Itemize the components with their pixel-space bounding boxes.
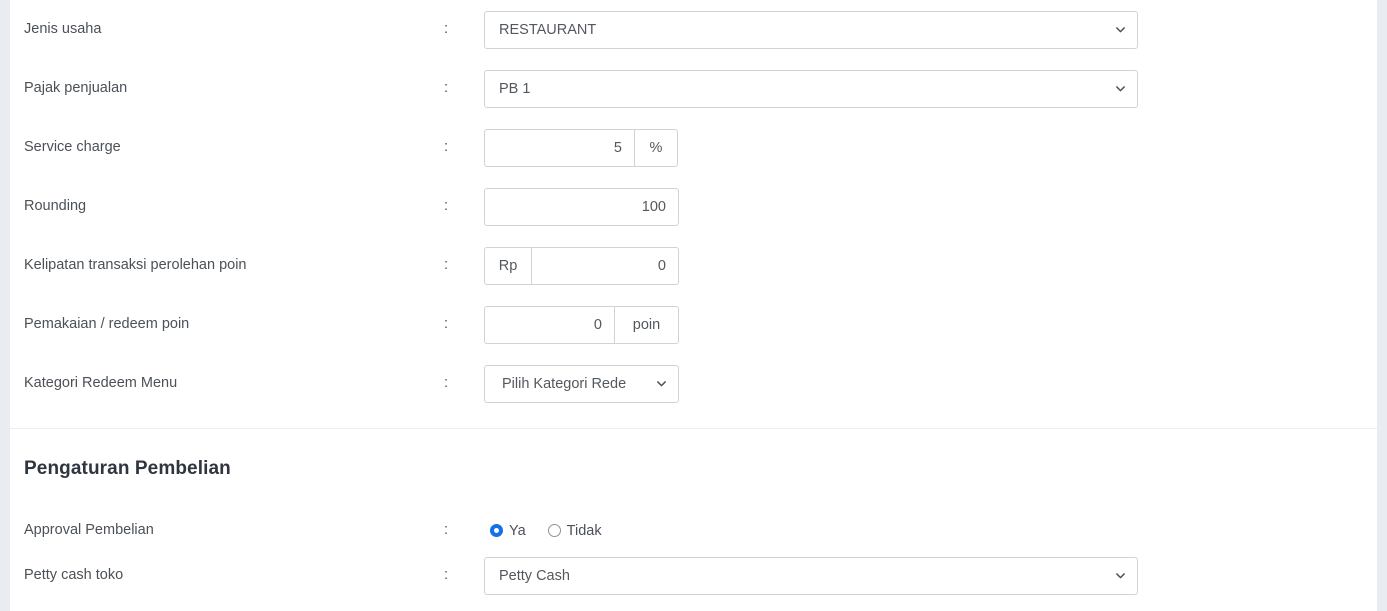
select-pajak-penjualan-value: PB 1 — [499, 80, 531, 97]
input-group-service-charge: 5 % — [484, 128, 678, 167]
label-pajak-penjualan: Pajak penjualan — [24, 80, 128, 96]
form-row-pemakaian-redeem-poin: Pemakaian / redeem poin : 0 poin — [10, 295, 1377, 354]
label-rounding: Rounding — [24, 198, 87, 214]
radio-selected-icon — [490, 524, 503, 537]
control-jenis-usaha: RESTAURANT — [484, 0, 1138, 59]
label-petty-cash-toko: Petty cash toko — [24, 567, 124, 583]
form-row-petty-cash-toko: Petty cash toko : Petty Cash — [10, 546, 1377, 605]
control-kategori-redeem-menu: Pilih Kategori Rede — [484, 354, 679, 413]
row-separator: : — [444, 567, 449, 583]
form-row-pajak-penjualan: Pajak penjualan : PB 1 — [10, 59, 1377, 118]
form-row-service-charge: Service charge : 5 % — [10, 118, 1377, 177]
settings-page: Jenis usaha : RESTAURANT Pajak penjualan… — [0, 0, 1387, 611]
row-separator: : — [444, 257, 449, 273]
select-jenis-usaha-value: RESTAURANT — [499, 21, 597, 38]
kelipatan-transaksi-input[interactable]: 0 — [531, 246, 679, 285]
service-charge-input[interactable]: 5 — [484, 128, 634, 167]
row-separator: : — [444, 21, 449, 37]
radio-approval-ya[interactable]: Ya — [490, 523, 526, 539]
chevron-down-icon — [1115, 24, 1126, 35]
radio-group-approval-pembelian: Ya Tidak — [490, 512, 602, 550]
input-group-kelipatan-transaksi: Rp 0 — [484, 246, 679, 285]
control-petty-cash-toko: Petty Cash — [484, 546, 1138, 605]
select-kategori-redeem-menu[interactable]: Pilih Kategori Rede — [484, 364, 679, 403]
row-separator: : — [444, 80, 449, 96]
pemakaian-redeem-poin-input[interactable]: 0 — [484, 305, 614, 344]
settings-card: Jenis usaha : RESTAURANT Pajak penjualan… — [10, 0, 1377, 611]
select-pajak-penjualan[interactable]: PB 1 — [484, 69, 1138, 108]
pemakaian-redeem-poin-suffix: poin — [614, 305, 679, 344]
radio-approval-tidak-label: Tidak — [566, 522, 602, 539]
chevron-down-icon — [1115, 570, 1126, 581]
control-rounding: 100 — [484, 177, 679, 236]
form-row-rounding: Rounding : 100 — [10, 177, 1377, 236]
control-service-charge: 5 % — [484, 118, 678, 177]
label-kategori-redeem-menu: Kategori Redeem Menu — [24, 375, 178, 391]
control-pajak-penjualan: PB 1 — [484, 59, 1138, 118]
row-separator: : — [444, 316, 449, 332]
section-heading-pengaturan-pembelian: Pengaturan Pembelian — [24, 458, 231, 479]
input-group-rounding: 100 — [484, 187, 679, 226]
control-pemakaian-redeem-poin: 0 poin — [484, 295, 679, 354]
label-jenis-usaha: Jenis usaha — [24, 21, 102, 37]
form-row-jenis-usaha: Jenis usaha : RESTAURANT — [10, 0, 1377, 59]
rounding-input[interactable]: 100 — [484, 187, 679, 226]
control-kelipatan-transaksi: Rp 0 — [484, 236, 679, 295]
form-row-kategori-redeem-menu: Kategori Redeem Menu : Pilih Kategori Re… — [10, 354, 1377, 413]
radio-approval-ya-label: Ya — [509, 522, 526, 539]
label-service-charge: Service charge — [24, 139, 121, 155]
radio-approval-tidak[interactable]: Tidak — [547, 522, 602, 539]
select-kategori-redeem-menu-value: Pilih Kategori Rede — [502, 375, 627, 392]
row-separator: : — [444, 375, 449, 391]
radio-unselected-icon — [547, 524, 561, 537]
chevron-down-icon — [656, 378, 667, 389]
kelipatan-currency-prefix: Rp — [484, 246, 531, 285]
label-kelipatan-transaksi: Kelipatan transaksi perolehan poin — [24, 257, 247, 273]
row-separator: : — [444, 139, 449, 155]
input-group-pemakaian-redeem-poin: 0 poin — [484, 305, 679, 344]
chevron-down-icon — [1115, 83, 1126, 94]
row-separator: : — [444, 198, 449, 214]
select-petty-cash-toko-value: Petty Cash — [499, 567, 570, 584]
purchase-settings-section: Pengaturan Pembelian Approval Pembelian … — [10, 428, 1377, 611]
sales-settings-section: Jenis usaha : RESTAURANT Pajak penjualan… — [10, 0, 1377, 428]
label-pemakaian-redeem-poin: Pemakaian / redeem poin — [24, 316, 190, 332]
service-charge-suffix: % — [634, 128, 678, 167]
page-scroll-gutter[interactable] — [1377, 0, 1387, 611]
select-jenis-usaha[interactable]: RESTAURANT — [484, 10, 1138, 49]
select-petty-cash-toko[interactable]: Petty Cash — [484, 556, 1138, 595]
form-row-kelipatan-transaksi: Kelipatan transaksi perolehan poin : Rp … — [10, 236, 1377, 295]
